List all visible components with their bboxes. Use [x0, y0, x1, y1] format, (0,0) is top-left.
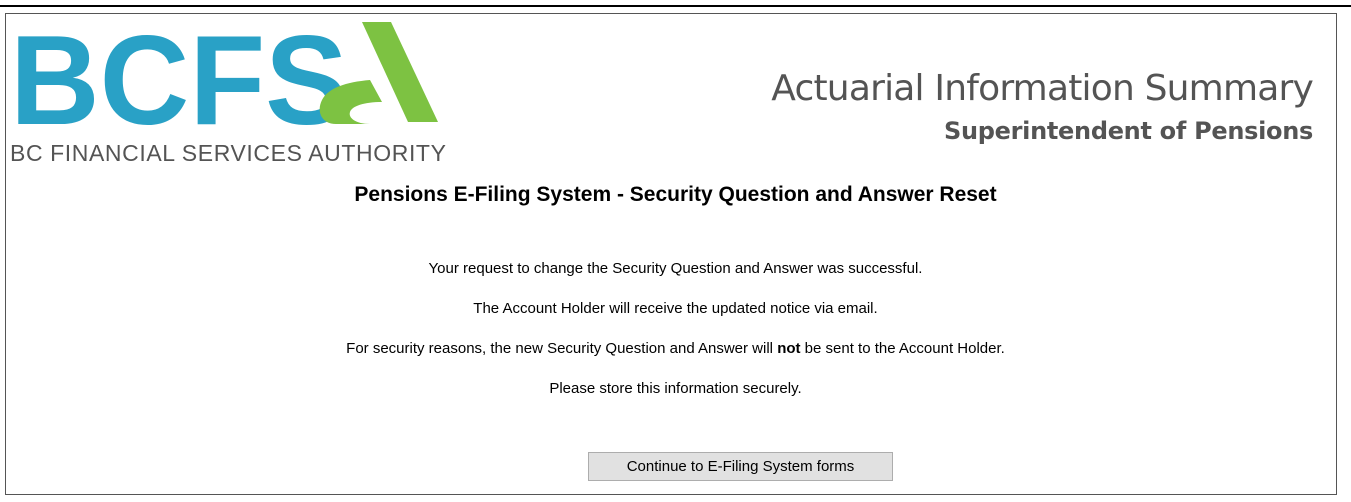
message-security-text-before: For security reasons, the new Security Q… — [346, 340, 778, 357]
message-security-emphasis: not — [777, 340, 801, 357]
message-security: For security reasons, the new Security Q… — [0, 340, 1351, 357]
continue-button[interactable]: Continue to E-Filing System forms — [588, 452, 893, 481]
top-border-line — [0, 5, 1351, 7]
message-success: Your request to change the Security Ques… — [428, 260, 923, 277]
header-subtitle: Superintendent of Pensions — [944, 117, 1313, 145]
message-store: Please store this information securely. — [549, 380, 802, 397]
message-notice: The Account Holder will receive the upda… — [473, 300, 878, 317]
message-security-text-after: be sent to the Account Holder. — [800, 340, 1005, 357]
logo-letters: BCFS — [10, 12, 348, 142]
header-title: Actuarial Information Summary — [771, 68, 1314, 109]
logo-subtitle: BC FINANCIAL SERVICES AUTHORITY — [10, 140, 447, 166]
page-title: Pensions E-Filing System - Security Ques… — [354, 183, 997, 206]
